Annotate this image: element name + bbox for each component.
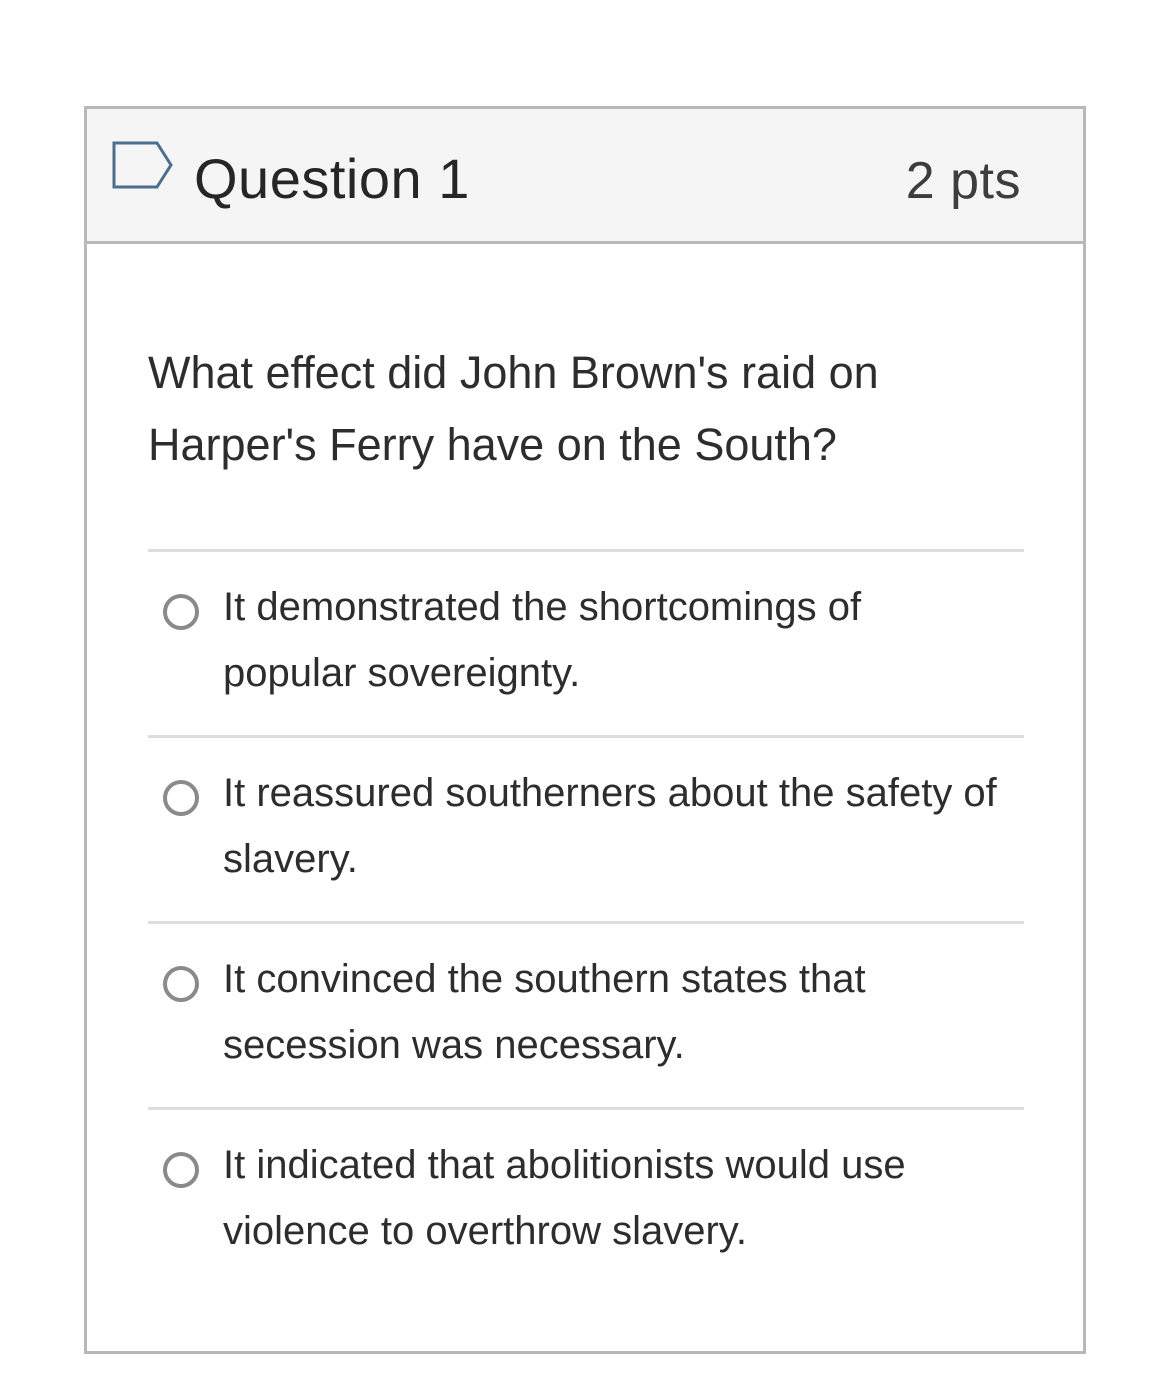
flag-question-icon[interactable] — [111, 140, 175, 190]
answer-label[interactable]: It indicated that abolitionists would us… — [223, 1132, 1003, 1264]
radio-button[interactable] — [163, 780, 199, 816]
radio-button[interactable] — [163, 1152, 199, 1188]
answer-option[interactable]: It indicated that abolitionists would us… — [148, 1107, 1024, 1293]
answer-option[interactable]: It demonstrated the shortcomings of popu… — [148, 549, 1024, 735]
radio-button[interactable] — [163, 966, 199, 1002]
question-card: Question 1 2 pts What effect did John Br… — [84, 106, 1086, 1354]
answer-label[interactable]: It demonstrated the shortcomings of popu… — [223, 574, 1003, 706]
answer-label[interactable]: It convinced the southern states that se… — [223, 946, 1003, 1078]
question-text: What effect did John Brown's raid on Har… — [148, 347, 879, 470]
question-title: Question 1 — [194, 147, 470, 210]
answer-label[interactable]: It reassured southerners about the safet… — [223, 760, 1003, 892]
answer-option[interactable]: It reassured southerners about the safet… — [148, 735, 1024, 921]
question-points: 2 pts — [905, 152, 1021, 210]
answer-list: It demonstrated the shortcomings of popu… — [148, 549, 1024, 1293]
question-header: Question 1 2 pts — [87, 109, 1083, 244]
radio-button[interactable] — [163, 594, 199, 630]
answer-option[interactable]: It convinced the southern states that se… — [148, 921, 1024, 1107]
